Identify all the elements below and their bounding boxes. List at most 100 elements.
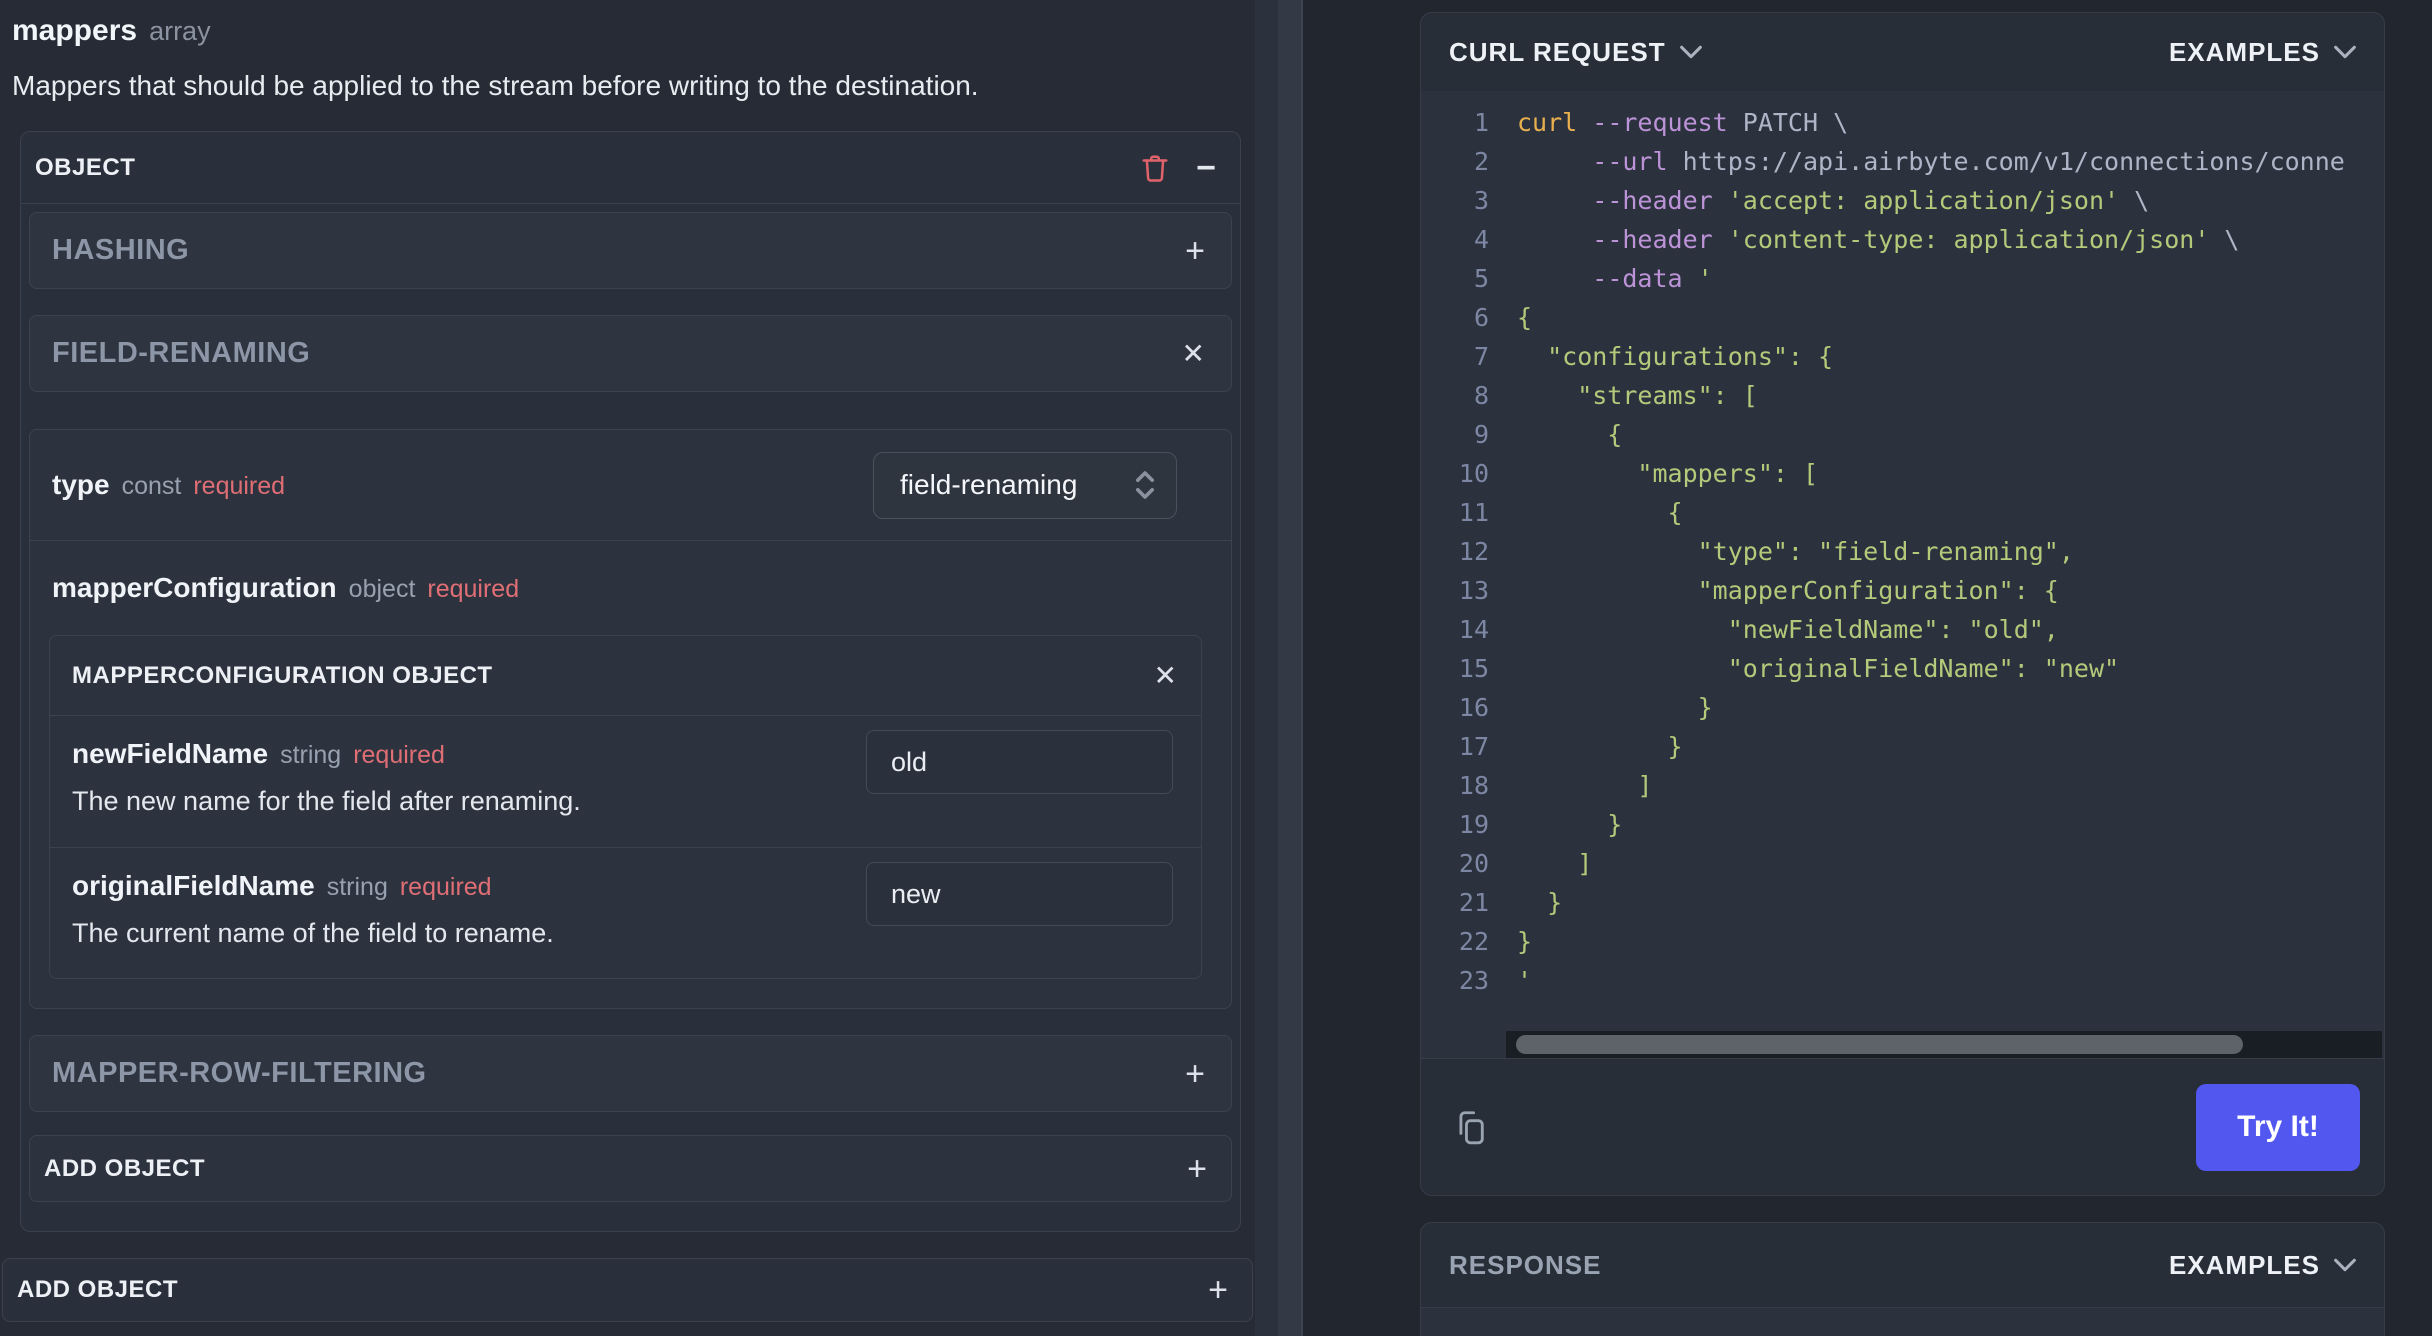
response-body xyxy=(1421,1308,2384,1336)
line-number: 10 xyxy=(1458,459,1489,488)
code-line: 1 curl --request PATCH \ xyxy=(1421,103,2384,142)
field-title: mappers xyxy=(12,14,138,47)
code-line: 3 --header 'accept: application/json' \ xyxy=(1421,181,2384,220)
section-hashing[interactable]: HASHING + xyxy=(29,212,1232,289)
code-line: 5 --data ' xyxy=(1421,259,2384,298)
line-number: 6 xyxy=(1473,303,1489,332)
request-examples-label: EXAMPLES xyxy=(2168,36,2320,67)
mapper-configuration-card: MAPPERCONFIGURATION OBJECT ✕ newFieldNam… xyxy=(49,635,1202,979)
code-line: 8 "streams": [ xyxy=(1421,376,2384,415)
section-field-renaming-label: FIELD-RENAMING xyxy=(52,337,311,369)
object-card-title: OBJECT xyxy=(35,153,136,181)
prop-required-badge: required xyxy=(353,741,445,769)
new-field-name-row: newFieldName string required The new nam… xyxy=(50,716,1201,847)
curl-request-header: CURL REQUEST EXAMPLES xyxy=(1421,13,2384,91)
delete-object-button[interactable] xyxy=(1140,152,1170,184)
mapper-configuration-card-header: MAPPERCONFIGURATION OBJECT ✕ xyxy=(50,636,1201,716)
prop-required-badge: required xyxy=(193,472,286,500)
line-number: 22 xyxy=(1458,927,1489,956)
response-header: RESPONSE EXAMPLES xyxy=(1421,1223,2384,1308)
code-line: 20 ] xyxy=(1421,844,2384,883)
line-number: 3 xyxy=(1473,186,1489,215)
field-renaming-card: type const required field-renaming mappe… xyxy=(29,429,1232,1009)
code-line: 14 "newFieldName": "old", xyxy=(1421,610,2384,649)
section-hashing-label: HASHING xyxy=(52,234,190,266)
line-number: 9 xyxy=(1473,420,1489,449)
schema-form-pane: mappers array Mappers that should be app… xyxy=(0,0,1255,1336)
line-number: 11 xyxy=(1458,498,1489,527)
line-number: 18 xyxy=(1458,771,1489,800)
code-line: 15 "originalFieldName": "new" xyxy=(1421,649,2384,688)
curl-request-dropdown[interactable]: CURL REQUEST xyxy=(1449,37,1702,68)
line-number: 20 xyxy=(1458,849,1489,878)
code-line: 4 --header 'content-type: application/js… xyxy=(1421,220,2384,259)
code-line: 2 --url https://api.airbyte.com/v1/conne… xyxy=(1421,142,2384,181)
line-number: 1 xyxy=(1473,108,1489,137)
pane-scrollbar-gutter xyxy=(1255,0,1303,1336)
mapper-configuration-label-row: mapperConfiguration object required xyxy=(30,541,1231,635)
plus-icon: + xyxy=(1185,1054,1205,1093)
request-examples-dropdown[interactable]: EXAMPLES xyxy=(2169,37,2356,68)
prop-name: originalFieldName xyxy=(72,870,315,901)
section-mapper-row-filtering[interactable]: MAPPER-ROW-FILTERING + xyxy=(29,1035,1232,1112)
line-number: 16 xyxy=(1458,693,1489,722)
close-icon: ✕ xyxy=(1153,659,1177,691)
prop-name: newFieldName xyxy=(72,738,269,769)
field-type-badge: array xyxy=(149,16,211,46)
curl-request-footer: Try It! xyxy=(1421,1058,2384,1195)
type-select-value: field-renaming xyxy=(900,469,1078,500)
line-number: 17 xyxy=(1458,732,1489,761)
close-mapper-configuration-button[interactable]: ✕ xyxy=(1153,659,1177,691)
copy-code-button[interactable] xyxy=(1453,1105,1491,1149)
try-it-button[interactable]: Try It! xyxy=(2196,1083,2360,1171)
close-icon: ✕ xyxy=(1181,337,1205,369)
curl-request-panel: CURL REQUEST EXAMPLES 1 curl --request PA… xyxy=(1420,12,2385,1196)
code-line: 12 "type": "field-renaming", xyxy=(1421,532,2384,571)
type-field-row: type const required field-renaming xyxy=(30,430,1231,541)
chevron-down-icon xyxy=(2334,1258,2356,1272)
add-object-button-outer[interactable]: ADD OBJECT + xyxy=(2,1258,1253,1322)
response-panel: RESPONSE EXAMPLES xyxy=(1420,1222,2385,1336)
code-line: 11 { xyxy=(1421,493,2384,532)
add-object-button-inner[interactable]: ADD OBJECT + xyxy=(29,1135,1232,1202)
code-line: 9 { xyxy=(1421,415,2384,454)
original-field-name-input[interactable] xyxy=(866,862,1173,926)
type-select[interactable]: field-renaming xyxy=(873,451,1177,519)
code-line: 22} xyxy=(1421,922,2384,961)
prop-kind: string xyxy=(326,873,388,901)
code-hscrollbar-thumb[interactable] xyxy=(1516,1035,2243,1054)
section-field-renaming[interactable]: FIELD-RENAMING ✕ xyxy=(29,315,1232,392)
prop-description: The current name of the field to rename. xyxy=(72,918,554,948)
response-title: RESPONSE xyxy=(1449,1249,1602,1280)
prop-description: The new name for the field after renamin… xyxy=(72,786,581,816)
line-number: 2 xyxy=(1473,147,1489,176)
pane-scrollbar-thumb[interactable] xyxy=(1278,0,1301,1336)
field-description: Mappers that should be applied to the st… xyxy=(12,70,979,101)
request-preview-pane: CURL REQUEST EXAMPLES 1 curl --request PA… xyxy=(1305,0,2432,1336)
prop-required-badge: required xyxy=(427,575,520,603)
chevron-down-icon xyxy=(2334,45,2356,59)
plus-icon: + xyxy=(1208,1271,1228,1309)
minus-icon: − xyxy=(1196,148,1216,187)
copy-icon xyxy=(1453,1105,1491,1149)
curl-request-title: CURL REQUEST xyxy=(1449,36,1666,67)
line-number: 23 xyxy=(1458,966,1489,995)
pane-scrollbar-track xyxy=(1255,0,1278,1336)
line-number: 5 xyxy=(1473,264,1489,293)
line-number: 21 xyxy=(1458,888,1489,917)
code-lines: 1 curl --request PATCH \ 2 --url https://a… xyxy=(1421,103,2384,1000)
object-card-header: OBJECT − xyxy=(21,132,1240,204)
code-line: 17 } xyxy=(1421,727,2384,766)
response-examples-label: EXAMPLES xyxy=(2168,1249,2320,1280)
new-field-name-input[interactable] xyxy=(866,730,1173,794)
code-editor: 1 curl --request PATCH \ 2 --url https://a… xyxy=(1421,91,2384,1058)
line-number: 8 xyxy=(1473,381,1489,410)
mapper-configuration-labels: mapperConfiguration object required xyxy=(52,572,519,604)
section-mapper-row-filtering-label: MAPPER-ROW-FILTERING xyxy=(52,1057,427,1089)
code-line: 6{ xyxy=(1421,298,2384,337)
line-number: 4 xyxy=(1473,225,1489,254)
code-line: 18 ] xyxy=(1421,766,2384,805)
code-line: 19 } xyxy=(1421,805,2384,844)
response-examples-dropdown[interactable]: EXAMPLES xyxy=(2169,1250,2356,1281)
collapse-object-button[interactable]: − xyxy=(1196,151,1216,185)
